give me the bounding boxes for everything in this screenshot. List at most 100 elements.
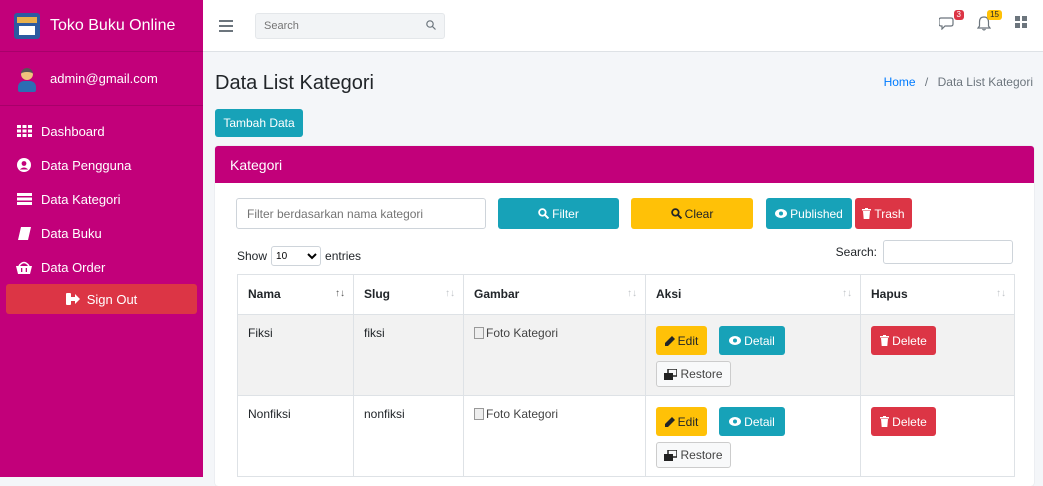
trash-icon [880,335,890,346]
edit-label: Edit [677,333,699,348]
column-header-hapus[interactable]: Hapus ↑↓ [860,274,1015,315]
table-row: Nonfiksi nonfiksi Foto Kategori Edit Det… [237,395,1015,477]
comments-icon [938,17,954,31]
clear-button[interactable]: Clear [631,198,753,229]
sidebar-item-label: Data Kategori [41,191,121,207]
column-header-slug[interactable]: Slug ↑↓ [353,274,464,315]
category-table: Nama ↑↓ Slug ↑↓ Gambar ↑↓ Aksi ↑↓ Hapus ↑↓ Fi… [237,274,1015,477]
cell-gambar: Foto Kategori [463,395,646,477]
window-restore-icon [664,449,678,461]
sort-icon: ↑↓ [842,288,852,299]
sort-asc-icon: ↑↓ [335,288,345,299]
sidebar-item-label: Data Order [41,259,106,275]
published-button[interactable]: Published [766,198,852,229]
column-header-gambar[interactable]: Gambar ↑↓ [463,274,646,315]
menu-toggle-icon[interactable] [219,19,233,32]
user-email: admin@gmail.com [50,71,158,86]
restore-label: Restore [680,448,723,462]
detail-label: Detail [744,414,775,429]
messages-badge: 3 [953,10,964,20]
cart-icon [16,260,32,274]
table-search-input[interactable] [883,240,1013,264]
image-alt-text: Foto Kategori [486,407,559,421]
broken-image-icon: Foto Kategori [474,407,558,421]
filter-input[interactable] [236,198,486,229]
brand-logo [14,12,40,39]
sidebar-item-data-pengguna[interactable]: Data Pengguna [0,148,203,182]
brand-link[interactable]: Toko Buku Online [0,0,203,52]
messages-button[interactable]: 3 [938,10,964,32]
add-data-button[interactable]: Tambah Data [215,109,303,137]
sign-out-button[interactable]: Sign Out [6,284,197,314]
sidebar-item-label: Dashboard [41,123,105,139]
column-header-aksi[interactable]: Aksi ↑↓ [645,274,861,315]
breadcrumb-current: Data List Kategori [937,75,1033,89]
search-label: Search: [835,245,877,259]
trash-button-label: Trash [874,206,905,221]
column-header-nama[interactable]: Nama ↑↓ [237,274,354,315]
sort-icon: ↑↓ [996,288,1006,299]
user-circle-icon [16,158,32,172]
eye-icon [775,209,788,218]
restore-label: Restore [680,367,723,381]
apps-button[interactable] [1015,16,1031,32]
apps-grid-icon [1015,16,1027,28]
delete-button[interactable]: Delete [871,326,936,355]
cell-nama: Fiksi [237,314,354,396]
restore-button[interactable]: Restore [656,442,731,468]
cell-aksi: Edit Detail Restore [645,395,861,477]
page-title: Data List Kategori [215,72,374,94]
entries-select[interactable]: 10 [271,246,322,266]
edit-label: Edit [677,414,699,429]
search-icon[interactable] [426,18,436,33]
sign-out-icon [65,293,80,305]
top-right-icons: 3 15 [938,10,1031,32]
show-label: Show [237,249,268,263]
search-icon [538,208,550,219]
pencil-icon [664,416,675,427]
eye-icon [729,336,742,345]
category-card: Kategori Filter Clear Published Trash Sh… [215,146,1034,486]
trash-button[interactable]: Trash [855,198,912,229]
cell-hapus: Delete [860,395,1015,477]
search-icon [670,208,682,219]
cell-slug: fiksi [353,314,464,396]
entries-label: entries [325,249,362,263]
breadcrumb-home-link[interactable]: Home [884,75,916,89]
restore-button[interactable]: Restore [656,361,731,387]
cell-slug: nonfiksi [353,395,464,477]
sidebar-item-data-order[interactable]: Data Order [0,250,203,284]
trash-icon [862,208,872,219]
brand-name: Toko Buku Online [50,16,176,34]
column-label: Slug [364,287,390,301]
detail-button[interactable]: Detail [719,407,785,436]
pencil-icon [664,335,675,346]
delete-button[interactable]: Delete [871,407,936,436]
window-restore-icon [664,368,678,380]
list-icon [16,192,32,206]
avatar [16,66,38,92]
sidebar: Toko Buku Online admin@gmail.com Dashboa… [0,0,203,477]
notifications-badge: 15 [987,10,1002,20]
trash-icon [880,416,890,427]
notifications-button[interactable]: 15 [976,10,1002,32]
edit-button[interactable]: Edit [656,326,707,355]
image-alt-text: Foto Kategori [486,326,559,340]
table-search: Search: [836,240,1013,264]
sidebar-item-data-buku[interactable]: Data Buku [0,216,203,250]
detail-button[interactable]: Detail [719,326,785,355]
user-panel[interactable]: admin@gmail.com [0,52,203,106]
cell-gambar: Foto Kategori [463,314,646,396]
filter-button[interactable]: Filter [498,198,619,229]
top-search-input[interactable] [264,19,426,32]
filter-button-label: Filter [552,206,579,221]
sidebar-nav: Dashboard Data Pengguna Data Kategori Da… [0,106,203,314]
column-label: Gambar [474,287,520,301]
sidebar-item-data-kategori[interactable]: Data Kategori [0,182,203,216]
sidebar-item-dashboard[interactable]: Dashboard [0,114,203,148]
eye-icon [729,417,742,426]
topbar: 3 15 [203,0,1043,52]
column-label: Hapus [871,287,908,301]
book-icon [16,226,32,240]
edit-button[interactable]: Edit [656,407,707,436]
